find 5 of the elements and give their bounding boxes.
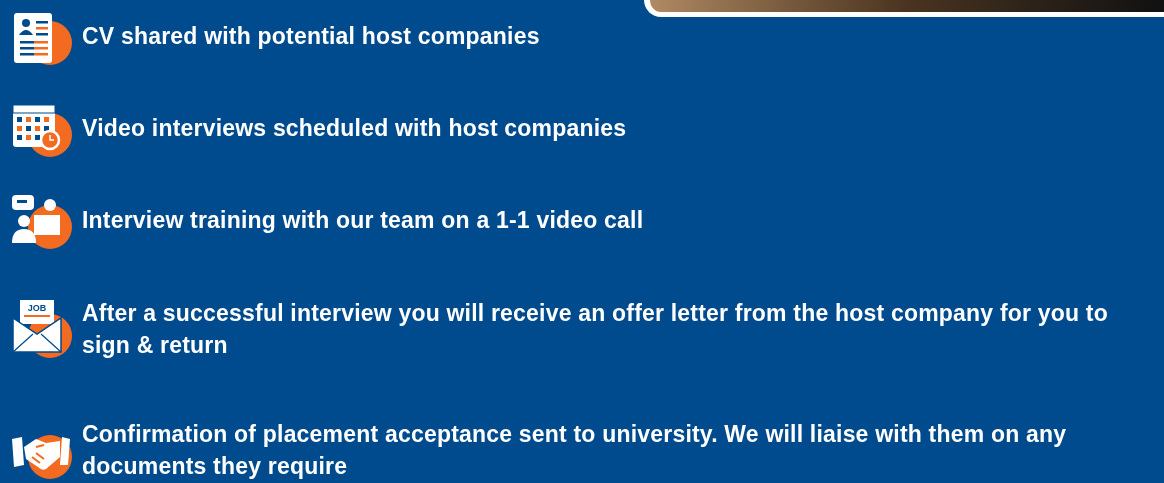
step-text: Interview training with our team on a 1-1 video call xyxy=(82,206,645,235)
step-text: After a successful interview you will receive an offer letter from the host company for you to sign & return xyxy=(82,299,1109,360)
step-text: CV shared with potential host companies xyxy=(82,22,541,51)
step-text: Confirmation of placement acceptance sent to university. We will liaise with them on any documents they require xyxy=(82,420,1068,481)
step-text: Video interviews scheduled with host companies xyxy=(82,114,628,143)
